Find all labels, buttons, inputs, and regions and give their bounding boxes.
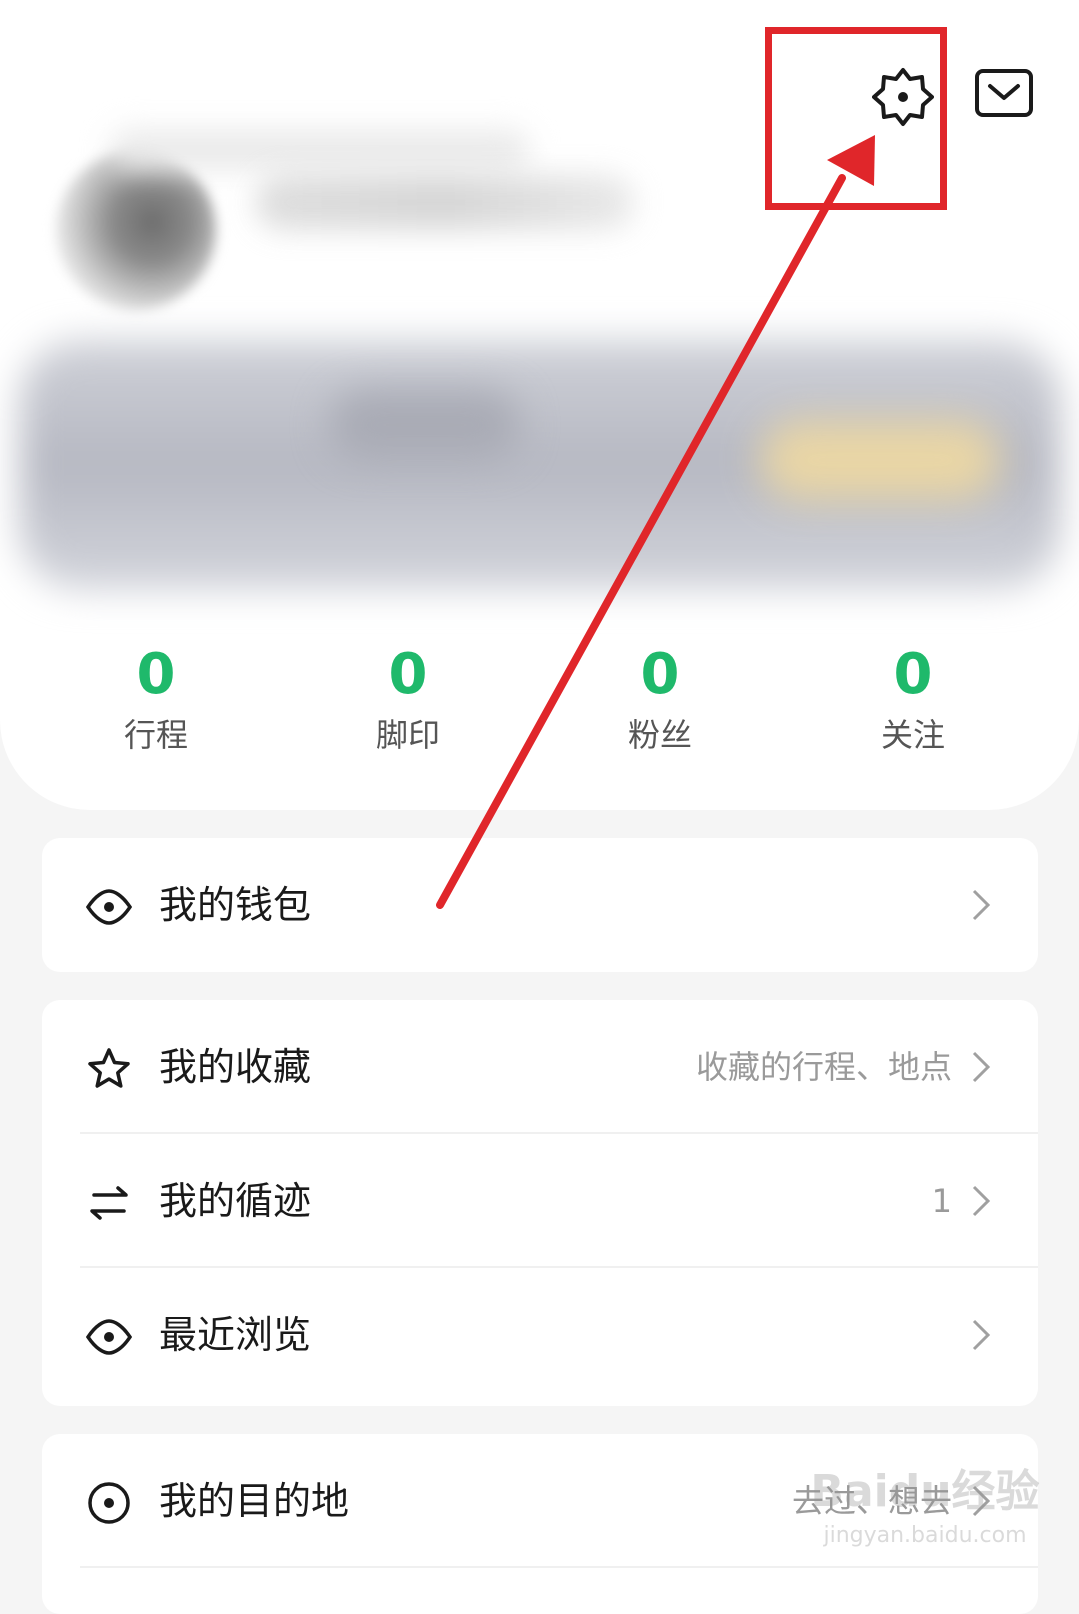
menu-item-label: 我的目的地 — [159, 1479, 350, 1523]
username-blurred-line — [110, 130, 530, 170]
stat-value: 0 — [388, 642, 428, 707]
chevron-right-icon — [972, 1051, 991, 1083]
annotation-highlight-box — [765, 27, 947, 210]
eye-icon — [86, 889, 132, 925]
watermark-sub: jingyan.baidu.com — [823, 1523, 1027, 1548]
stat-following[interactable]: 0 关注 — [813, 640, 1013, 758]
chevron-right-icon — [972, 889, 991, 921]
watermark-main: Baidu经验 — [810, 1466, 1040, 1517]
stat-fans[interactable]: 0 粉丝 — [560, 640, 760, 758]
star-icon — [88, 1048, 130, 1088]
stat-value: 0 — [640, 642, 680, 707]
menu-item-label: 我的循迹 — [159, 1179, 312, 1223]
chevron-right-icon — [972, 1319, 991, 1351]
swap-arrows-icon — [90, 1186, 128, 1220]
wallet-card: 我的钱包 — [42, 838, 1038, 972]
stat-value: 0 — [893, 642, 933, 707]
menu-item-hint: 收藏的行程、地点 — [695, 1048, 952, 1086]
stat-value: 0 — [136, 642, 176, 707]
stat-footprints[interactable]: 0 脚印 — [308, 640, 508, 758]
banner-blurred-button[interactable] — [760, 420, 1000, 500]
stats-bar: 0 行程 0 脚印 0 粉丝 0 关注 — [0, 640, 1079, 770]
watermark: Baidu经验 jingyan.baidu.com — [790, 1455, 1060, 1575]
menu-item-favorites[interactable]: 我的收藏 收藏的行程、地点 — [42, 1000, 1038, 1134]
stat-label: 行程 — [123, 716, 188, 754]
menu-item-tracks[interactable]: 我的循迹 1 — [42, 1134, 1038, 1268]
eye-icon — [86, 1319, 132, 1355]
stat-label: 粉丝 — [627, 716, 692, 754]
stat-trips[interactable]: 0 行程 — [56, 640, 256, 758]
avatar[interactable] — [56, 150, 216, 310]
message-icon — [975, 69, 1033, 117]
menu-item-count: 1 — [931, 1182, 952, 1220]
menu-item-wallet[interactable]: 我的钱包 — [42, 838, 1038, 972]
banner-blurred-text — [330, 390, 520, 460]
target-icon — [88, 1482, 130, 1524]
collections-card: 我的收藏 收藏的行程、地点 我的循迹 1 最近浏览 — [42, 1000, 1038, 1406]
username-blurred[interactable] — [255, 175, 635, 230]
stat-label: 脚印 — [375, 716, 440, 754]
chevron-right-icon — [972, 1185, 991, 1217]
menu-item-label: 我的收藏 — [159, 1045, 312, 1089]
menu-item-label: 我的钱包 — [159, 883, 312, 927]
menu-item-recent[interactable]: 最近浏览 — [42, 1268, 1038, 1402]
menu-item-label: 最近浏览 — [159, 1313, 312, 1357]
message-button[interactable] — [974, 68, 1034, 120]
stat-label: 关注 — [880, 716, 945, 754]
